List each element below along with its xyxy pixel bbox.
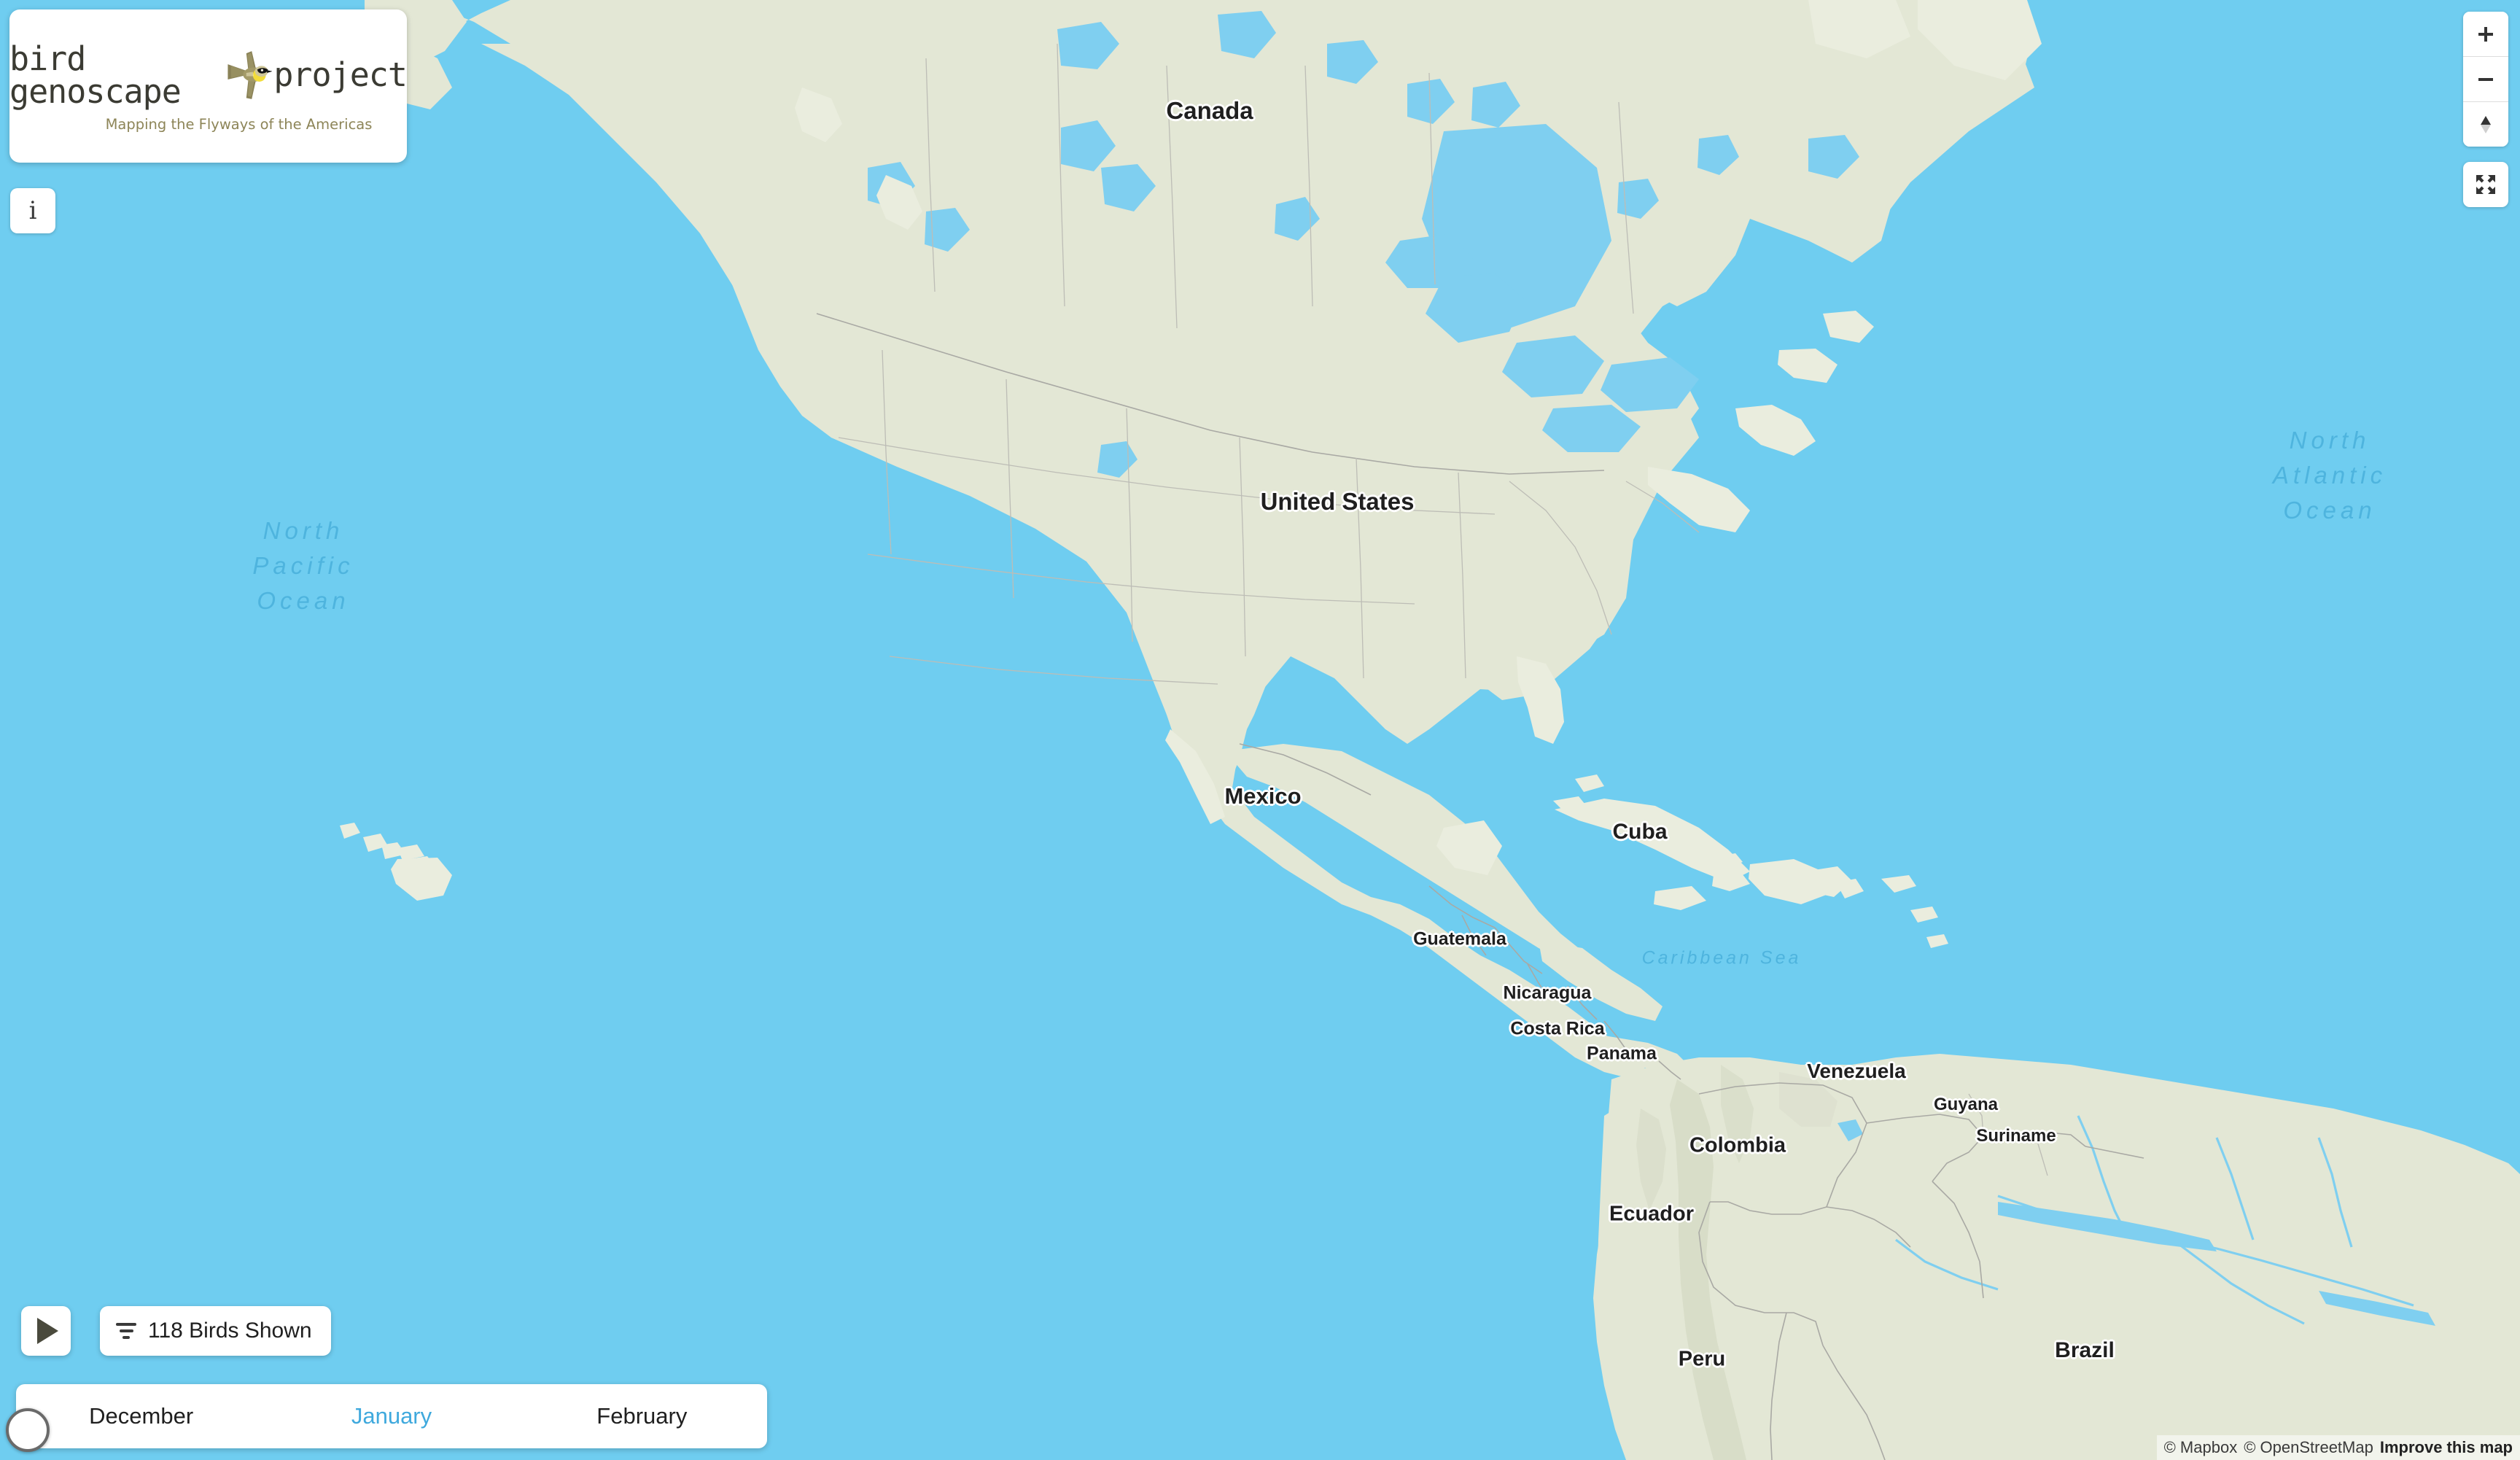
logo-tagline: Mapping the Flyways of the Americas [105, 115, 373, 133]
map-navigation-controls [2463, 12, 2508, 147]
map-canvas[interactable]: .land { fill:#E3E7D5; } .land2 { fill:#E… [0, 0, 2520, 1460]
filter-funnel-icon [116, 1323, 136, 1339]
month-timeline[interactable]: December January February [16, 1384, 767, 1448]
zoom-out-button[interactable] [2463, 57, 2508, 102]
timeline-month-january[interactable]: January [266, 1403, 516, 1429]
timeline-month-february[interactable]: February [517, 1403, 767, 1429]
play-animation-button[interactable] [21, 1306, 71, 1356]
map-application: .land { fill:#E3E7D5; } .land2 { fill:#E… [0, 0, 2520, 1460]
filter-birds-button[interactable]: 118 Birds Shown [100, 1306, 331, 1356]
info-icon: i [28, 196, 37, 225]
attribution-mapbox-link[interactable]: © Mapbox [2164, 1438, 2238, 1457]
attribution-openstreetmap-link[interactable]: © OpenStreetMap [2244, 1438, 2373, 1457]
zoom-in-button[interactable] [2463, 12, 2508, 57]
logo-wordmark: bird genoscape project [9, 39, 408, 111]
map-geometry: .land { fill:#E3E7D5; } .land2 { fill:#E… [0, 0, 2520, 1460]
play-triangle-icon [37, 1318, 58, 1344]
flying-warbler-icon [228, 50, 273, 99]
plus-icon [2478, 26, 2493, 42]
compass-reset-north-button[interactable] [2463, 102, 2508, 147]
fullscreen-button[interactable] [2463, 162, 2508, 207]
logo-word-project: project [273, 55, 408, 94]
compass-north-icon [2481, 115, 2491, 133]
attribution-improve-map-link[interactable]: Improve this map [2380, 1438, 2513, 1457]
brand-logo-panel[interactable]: bird genoscape project Mapping the Flywa… [9, 9, 408, 163]
info-button[interactable]: i [10, 188, 55, 233]
birds-shown-label: 118 Birds Shown [148, 1319, 312, 1343]
map-attribution-bar: © Mapbox © OpenStreetMap Improve this ma… [2156, 1435, 2520, 1460]
timeline-slider-thumb[interactable] [6, 1408, 50, 1452]
minus-icon [2478, 77, 2493, 81]
logo-word-bird-genoscape: bird genoscape [9, 39, 182, 111]
fullscreen-expand-icon [2476, 175, 2495, 194]
timeline-month-december[interactable]: December [16, 1403, 266, 1429]
